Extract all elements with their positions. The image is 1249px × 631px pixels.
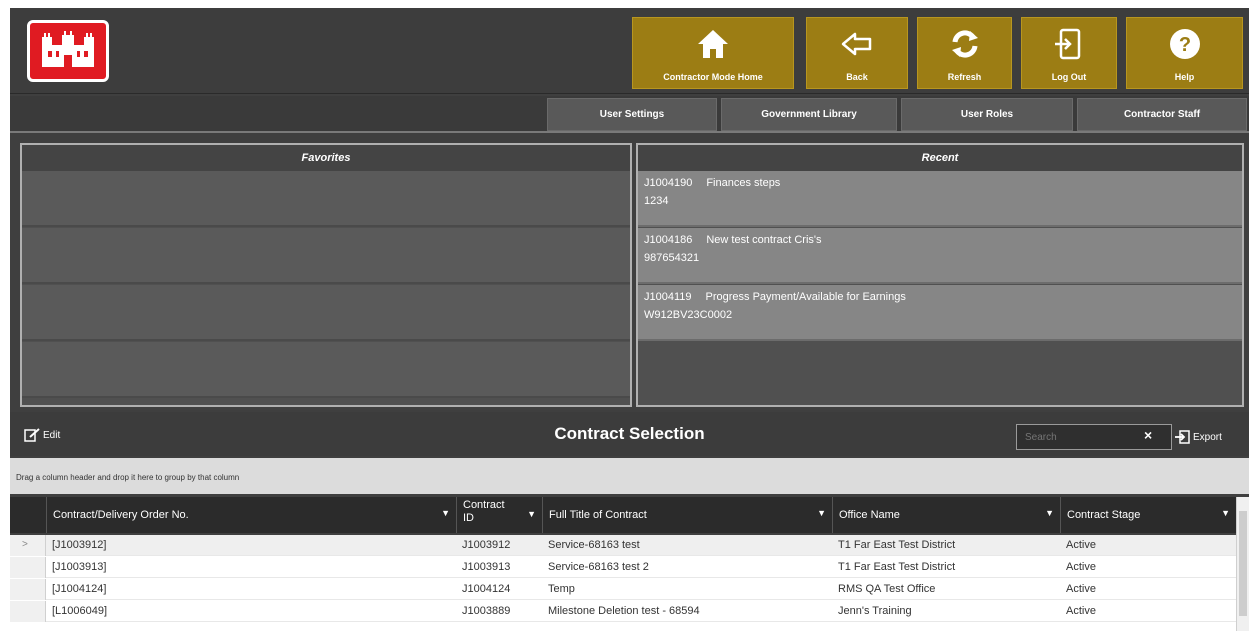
- nav-label: Log Out: [1051, 72, 1087, 82]
- recent-title: Recent: [638, 145, 1242, 171]
- logout-icon: [1055, 28, 1081, 60]
- tab-government-library[interactable]: Government Library: [721, 98, 897, 131]
- refresh-icon: [951, 30, 978, 58]
- recent-item-title: New test contract Cris's: [706, 234, 822, 246]
- nav-label: Help: [1174, 72, 1195, 82]
- contractor-mode-home-button[interactable]: Contractor Mode Home: [632, 17, 794, 89]
- group-by-panel[interactable]: Drag a column header and drop it here to…: [10, 458, 1249, 494]
- cell-contract-id: J1004124: [462, 583, 511, 595]
- usace-castle-logo: [27, 20, 109, 82]
- tab-contractor-staff[interactable]: Contractor Staff: [1077, 98, 1247, 131]
- grid-header: Contract/Delivery Order No. ▼ Contract I…: [10, 497, 1236, 533]
- table-row[interactable]: [J1003913] J1003913 Service-68163 test 2…: [10, 557, 1236, 578]
- row-indicator: [10, 579, 46, 600]
- cell-office: T1 Far East Test District: [838, 539, 956, 551]
- cell-office: RMS QA Test Office: [838, 583, 936, 595]
- cell-office: T1 Far East Test District: [838, 561, 956, 573]
- cell-order-no: [L1006049]: [52, 605, 108, 617]
- column-title: Contract ID: [463, 499, 505, 524]
- tab-user-roles[interactable]: User Roles: [901, 98, 1073, 131]
- castle-icon: [42, 31, 94, 67]
- favorites-title: Favorites: [22, 145, 630, 171]
- recent-item-id: J1004190: [644, 177, 693, 189]
- recent-item[interactable]: J1004119 Progress Payment/Available for E…: [638, 285, 1242, 341]
- favorite-slot[interactable]: [22, 342, 630, 398]
- recent-item[interactable]: J1004186 New test contract Cris's 9876543…: [638, 228, 1242, 284]
- column-title: Office Name: [839, 509, 900, 521]
- filter-icon[interactable]: ▼: [527, 508, 536, 521]
- recent-item-number: 987654321: [644, 252, 700, 264]
- nav-label: Back: [846, 72, 868, 82]
- secondary-tab-row: User Settings Government Library User Ro…: [10, 96, 1249, 133]
- recent-item-number: 1234: [644, 195, 669, 207]
- cell-title: Temp: [548, 583, 575, 595]
- recent-item-number: W912BV23C0002: [644, 309, 733, 321]
- top-bar: Contractor Mode Home Back Refresh Log Ou…: [10, 8, 1249, 94]
- cell-order-no: [J1003912]: [52, 539, 107, 551]
- contract-selection-bar: Edit Contract Selection × Export: [10, 412, 1249, 456]
- contract-grid: > [J1003912] J1003912 Service-68163 test…: [10, 535, 1236, 631]
- cell-contract-id: J1003889: [462, 605, 511, 617]
- export-label: Export: [1193, 431, 1222, 443]
- recent-item-id: J1004186: [644, 234, 693, 246]
- column-header-contract-order-no[interactable]: Contract/Delivery Order No. ▼: [46, 497, 456, 533]
- export-icon: [1175, 430, 1190, 444]
- column-header-full-title[interactable]: Full Title of Contract ▼: [542, 497, 832, 533]
- table-row[interactable]: [L1006049] J1003889 Milestone Deletion t…: [10, 601, 1236, 622]
- clear-search-icon[interactable]: ×: [1144, 427, 1152, 443]
- cell-title: Service-68163 test 2: [548, 561, 649, 573]
- favorite-slot[interactable]: [22, 228, 630, 284]
- filter-icon[interactable]: ▼: [1221, 508, 1230, 518]
- help-icon: ?: [1169, 29, 1200, 59]
- column-header-contract-stage[interactable]: Contract Stage ▼: [1060, 497, 1236, 533]
- svg-text:?: ?: [1178, 34, 1190, 56]
- help-button[interactable]: ? Help: [1126, 17, 1243, 89]
- cell-title: Milestone Deletion test - 68594: [548, 605, 700, 617]
- column-header-office-name[interactable]: Office Name ▼: [832, 497, 1060, 533]
- grid-vertical-scrollbar[interactable]: [1236, 497, 1249, 631]
- table-row[interactable]: > [J1003912] J1003912 Service-68163 test…: [10, 535, 1236, 556]
- filter-icon[interactable]: ▼: [817, 508, 826, 518]
- table-row[interactable]: [J1004124] J1004124 Temp RMS QA Test Off…: [10, 579, 1236, 600]
- scrollbar-thumb[interactable]: [1239, 511, 1247, 616]
- row-indicator: [10, 601, 46, 622]
- row-indicator: [10, 557, 46, 578]
- cell-title: Service-68163 test: [548, 539, 640, 551]
- row-selected-indicator: >: [10, 535, 46, 556]
- cell-order-no: [J1004124]: [52, 583, 107, 595]
- filter-icon[interactable]: ▼: [441, 508, 450, 518]
- nav-label: Refresh: [947, 72, 982, 82]
- recent-panel: Recent J1004190 Finances steps 1234 J1004…: [636, 143, 1244, 407]
- column-title: Full Title of Contract: [549, 509, 647, 521]
- recent-item-title: Progress Payment/Available for Earnings: [705, 291, 906, 303]
- log-out-button[interactable]: Log Out: [1021, 17, 1117, 89]
- favorite-slot[interactable]: [22, 171, 630, 227]
- cell-contract-id: J1003912: [462, 539, 511, 551]
- tab-user-settings[interactable]: User Settings: [547, 98, 717, 131]
- column-title: Contract Stage: [1067, 509, 1141, 521]
- cell-office: Jenn's Training: [838, 605, 912, 617]
- column-header-contract-id[interactable]: Contract ID ▼: [456, 497, 542, 533]
- favorite-slot[interactable]: [22, 285, 630, 341]
- recent-item-title: Finances steps: [706, 177, 781, 189]
- nav-label: Contractor Mode Home: [663, 72, 763, 82]
- recent-item[interactable]: J1004190 Finances steps 1234: [638, 171, 1242, 227]
- cell-stage: Active: [1066, 605, 1096, 617]
- cell-contract-id: J1003913: [462, 561, 511, 573]
- column-title: Contract/Delivery Order No.: [53, 509, 189, 521]
- cell-stage: Active: [1066, 539, 1096, 551]
- filter-icon[interactable]: ▼: [1045, 508, 1054, 518]
- recent-item-id: J1004119: [644, 291, 692, 303]
- back-arrow-icon: [841, 32, 872, 56]
- app-window: Contractor Mode Home Back Refresh Log Ou…: [10, 8, 1249, 631]
- refresh-button[interactable]: Refresh: [917, 17, 1012, 89]
- cell-stage: Active: [1066, 583, 1096, 595]
- favorites-panel: Favorites: [20, 143, 632, 407]
- export-button[interactable]: Export: [1174, 430, 1222, 444]
- back-button[interactable]: Back: [806, 17, 908, 89]
- home-icon: [698, 30, 728, 58]
- cell-order-no: [J1003913]: [52, 561, 107, 573]
- cell-stage: Active: [1066, 561, 1096, 573]
